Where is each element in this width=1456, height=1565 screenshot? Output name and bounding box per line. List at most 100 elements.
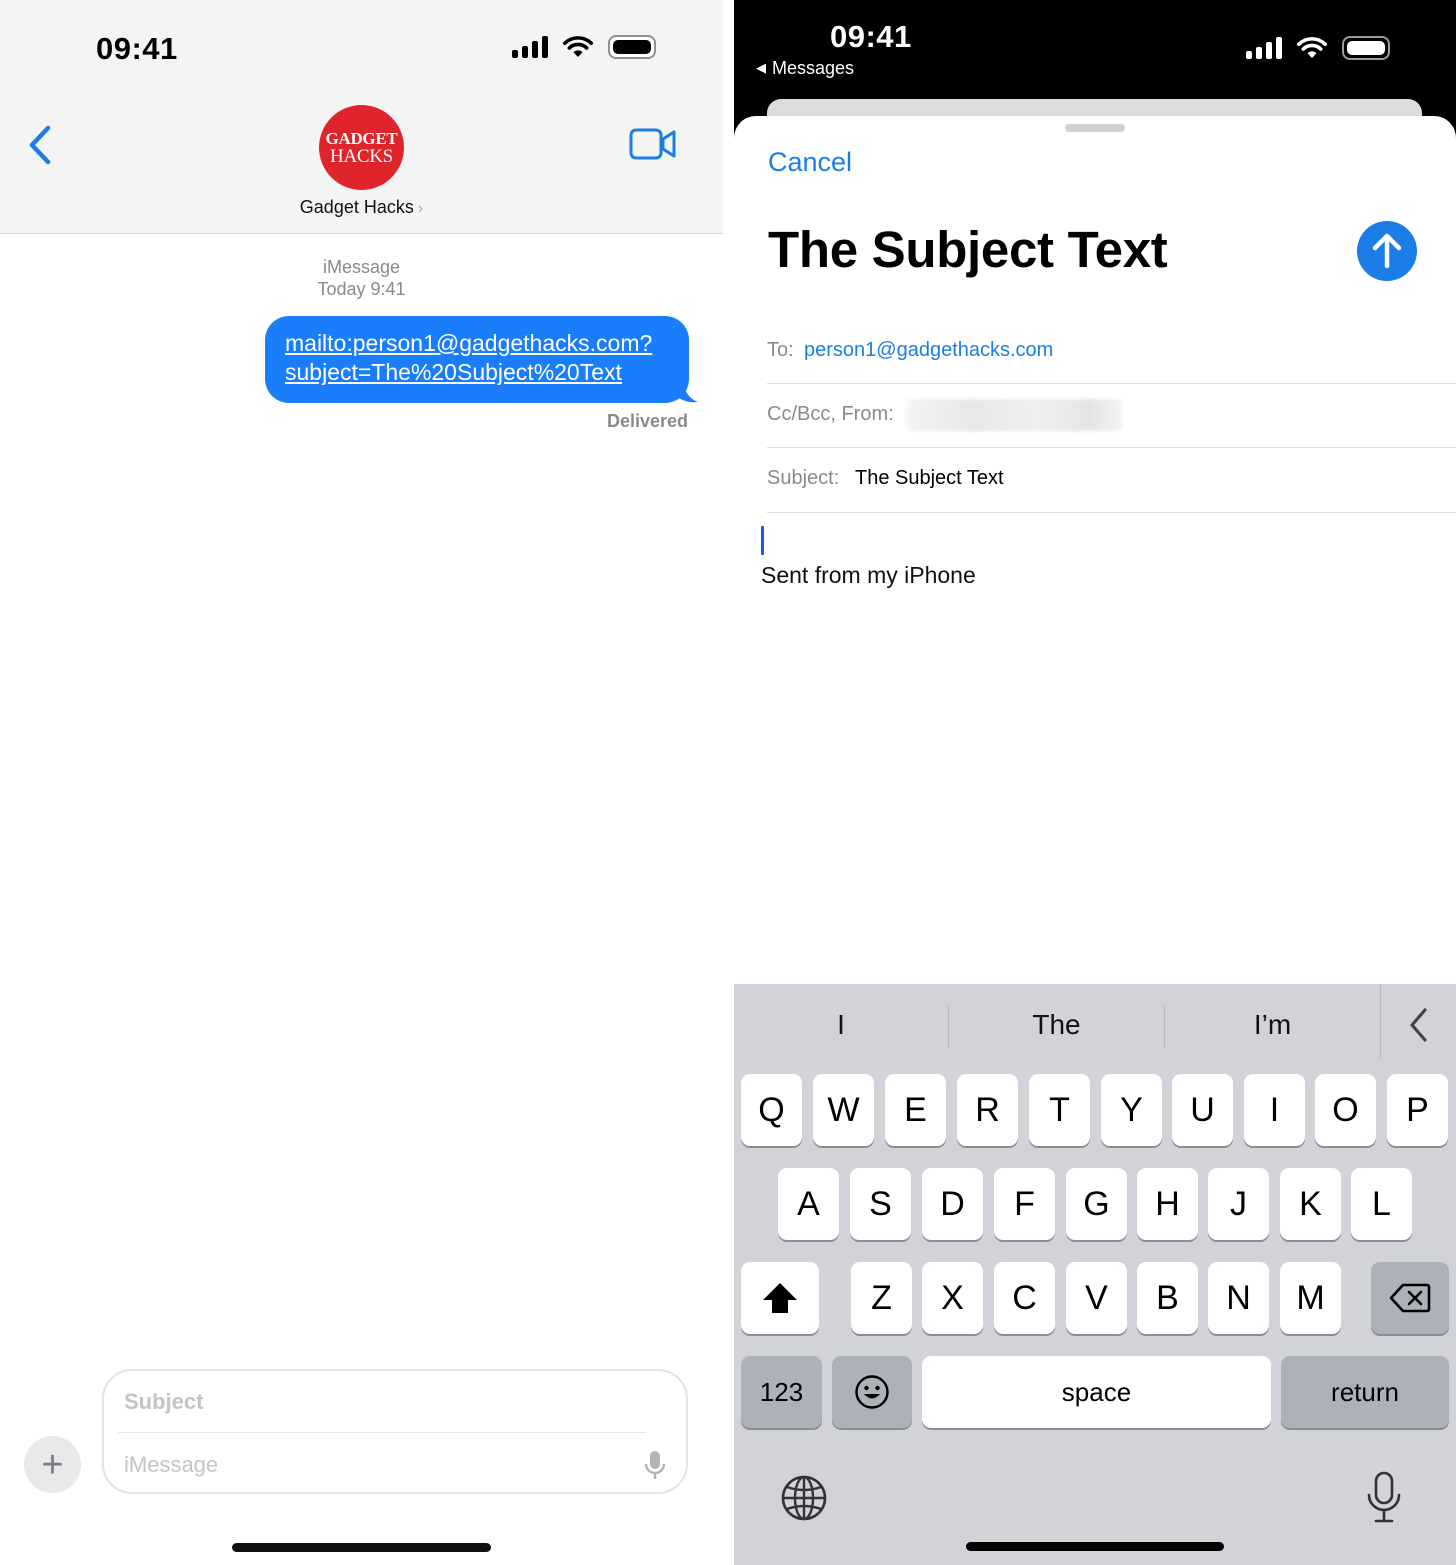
messages-screen: 09:41 GADGET HACKS Gadget Hacks › iMessa… [0, 0, 723, 1565]
delete-icon [1389, 1283, 1431, 1313]
key-n[interactable]: N [1208, 1262, 1269, 1334]
mail-compose-screen: 09:41 ◀ Messages Cancel The Subject Text … [734, 0, 1456, 1565]
to-label: To: [767, 339, 794, 361]
message-link-line1[interactable]: mailto:person1@gadgethacks.com? [285, 329, 673, 358]
keyboard: I The I’m Q W E R T Y U I O P A S D F G … [734, 984, 1456, 1565]
space-key[interactable]: space [922, 1356, 1271, 1428]
composer-divider [118, 1432, 646, 1433]
back-triangle-icon: ◀ [756, 60, 766, 75]
mail-title: The Subject Text [768, 221, 1168, 278]
collapse-suggestions-button[interactable] [1382, 984, 1456, 1066]
home-indicator[interactable] [232, 1543, 491, 1552]
status-time: 09:41 [96, 31, 178, 66]
arrow-up-icon [1372, 233, 1402, 269]
globe-icon[interactable] [780, 1474, 828, 1522]
key-x[interactable]: X [922, 1262, 983, 1334]
pane-separator [723, 0, 734, 1565]
text-cursor [761, 526, 764, 555]
back-app-label: Messages [772, 58, 855, 78]
key-m[interactable]: M [1280, 1262, 1341, 1334]
to-recipient[interactable]: person1@gadgethacks.com [804, 339, 1053, 362]
subject-value[interactable]: The Subject Text [855, 467, 1004, 490]
status-time: 09:41 [830, 19, 912, 54]
battery-icon [1342, 36, 1390, 60]
bubble-tail [676, 382, 698, 403]
battery-icon [608, 35, 656, 59]
key-h[interactable]: H [1137, 1168, 1198, 1240]
status-icons [512, 35, 656, 59]
microphone-icon[interactable] [642, 1449, 668, 1481]
video-camera-icon[interactable] [629, 127, 677, 161]
home-indicator[interactable] [966, 1542, 1224, 1551]
cc-bcc-from-label: Cc/Bcc, From: [767, 403, 894, 425]
message-timestamp: Today 9:41 [317, 279, 406, 299]
shift-key[interactable] [741, 1262, 819, 1334]
key-b[interactable]: B [1137, 1262, 1198, 1334]
avatar-text-bottom: HACKS [330, 145, 393, 167]
key-y[interactable]: Y [1101, 1074, 1162, 1146]
subject-field[interactable]: Subject: The Subject Text [767, 448, 1456, 513]
suggestion-1[interactable]: I [734, 984, 948, 1066]
mail-body-signature[interactable]: Sent from my iPhone [761, 562, 976, 589]
status-icons [1246, 36, 1390, 60]
send-button[interactable] [1357, 221, 1417, 281]
emoji-icon [855, 1375, 889, 1409]
key-z[interactable]: Z [851, 1262, 912, 1334]
contact-name-label: Gadget Hacks [299, 197, 414, 217]
wifi-icon [563, 36, 593, 57]
to-field[interactable]: To: person1@gadgethacks.com [767, 322, 1456, 384]
key-f[interactable]: F [994, 1168, 1055, 1240]
imessage-input[interactable] [124, 1449, 624, 1481]
key-c[interactable]: C [994, 1262, 1055, 1334]
avatar[interactable]: GADGET HACKS [319, 105, 404, 190]
emoji-key[interactable] [832, 1356, 912, 1428]
cellular-signal-icon [1246, 37, 1282, 59]
key-g[interactable]: G [1066, 1168, 1127, 1240]
subject-label: Subject: [767, 467, 840, 489]
key-a[interactable]: A [778, 1168, 839, 1240]
numbers-key[interactable]: 123 [741, 1356, 822, 1428]
key-k[interactable]: K [1280, 1168, 1341, 1240]
wifi-icon [1297, 37, 1327, 58]
key-s[interactable]: S [850, 1168, 911, 1240]
key-q[interactable]: Q [741, 1074, 802, 1146]
sheet-grabber[interactable] [1065, 124, 1125, 132]
microphone-icon[interactable] [1364, 1470, 1404, 1526]
back-to-messages[interactable]: ◀ Messages [756, 58, 854, 79]
delete-key[interactable] [1371, 1262, 1449, 1334]
key-v[interactable]: V [1066, 1262, 1127, 1334]
suggestion-divider [1380, 984, 1381, 1060]
cc-bcc-from-field[interactable]: Cc/Bcc, From: [767, 384, 1456, 448]
key-j[interactable]: J [1208, 1168, 1269, 1240]
key-d[interactable]: D [922, 1168, 983, 1240]
chevron-right-icon: › [417, 200, 424, 217]
key-t[interactable]: T [1029, 1074, 1090, 1146]
conversation-header: 09:41 GADGET HACKS Gadget Hacks › [0, 0, 723, 234]
key-l[interactable]: L [1351, 1168, 1412, 1240]
return-key[interactable]: return [1281, 1356, 1449, 1428]
avatar-text-top: GADGET [325, 128, 398, 148]
plus-icon: + [41, 1443, 64, 1486]
message-bubble[interactable]: mailto:person1@gadgethacks.com? subject=… [265, 316, 689, 403]
message-link-line2[interactable]: subject=The%20Subject%20Text [285, 358, 673, 387]
suggestion-2[interactable]: The [949, 984, 1164, 1066]
cellular-signal-icon [512, 36, 548, 58]
contact-name[interactable]: Gadget Hacks › [0, 197, 723, 218]
key-e[interactable]: E [885, 1074, 946, 1146]
chevron-left-icon[interactable] [24, 122, 58, 168]
suggestion-3[interactable]: I’m [1165, 984, 1380, 1066]
service-label: iMessage [322, 257, 401, 277]
key-r[interactable]: R [957, 1074, 1018, 1146]
plus-button[interactable]: + [24, 1436, 81, 1493]
key-o[interactable]: O [1315, 1074, 1376, 1146]
message-composer [102, 1369, 688, 1494]
chevron-left-icon [1410, 1008, 1427, 1042]
key-p[interactable]: P [1387, 1074, 1448, 1146]
subject-input[interactable] [124, 1385, 644, 1419]
key-w[interactable]: W [813, 1074, 874, 1146]
redacted-sender [907, 399, 1122, 431]
shift-icon [763, 1283, 797, 1313]
cancel-button[interactable]: Cancel [768, 147, 852, 178]
key-i[interactable]: I [1244, 1074, 1305, 1146]
key-u[interactable]: U [1172, 1074, 1233, 1146]
